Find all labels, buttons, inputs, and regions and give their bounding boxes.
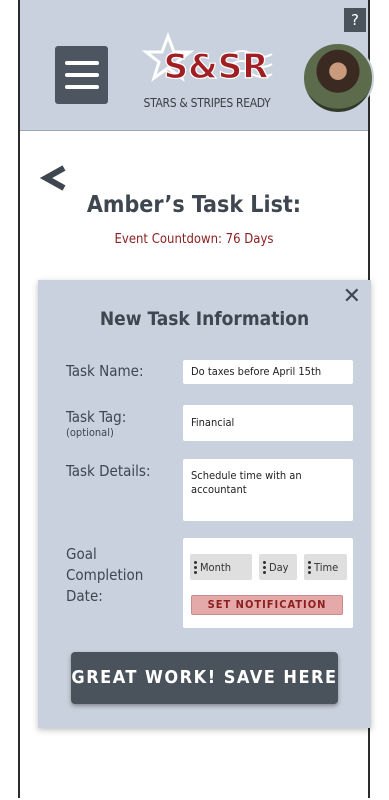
optional-hint: (optional) (66, 426, 114, 439)
drag-handle-icon (308, 560, 311, 574)
task-name-label: Task Name: (66, 362, 144, 380)
logo-wordmark: S&SR (164, 47, 269, 87)
back-arrow-icon[interactable] (38, 162, 72, 196)
close-icon[interactable]: ✕ (343, 284, 361, 309)
logo-graphic: S&SR (141, 31, 273, 88)
save-task-button[interactable]: GREAT WORK! SAVE HERE (71, 652, 338, 704)
month-select[interactable]: Month (190, 554, 252, 580)
task-details-textarea[interactable]: Schedule time with an accountant (183, 459, 353, 521)
menu-line-icon (64, 85, 99, 89)
app-header: ? S&SR STARS & STRIPES READY (20, 0, 374, 131)
logo-tagline: STARS & STRIPES READY (143, 96, 271, 110)
drag-handle-icon (194, 560, 197, 574)
user-avatar[interactable] (302, 42, 374, 114)
set-notification-button[interactable]: SET NOTIFICATION (191, 595, 343, 615)
new-task-panel: ✕ New Task Information Task Name: Do tax… (38, 280, 371, 728)
day-select-label: Day (269, 560, 289, 574)
goal-date-label: Goal Completion Date: (66, 545, 144, 605)
hamburger-menu-button[interactable] (55, 46, 108, 104)
task-tag-input[interactable]: Financial (183, 405, 353, 441)
time-select[interactable]: Time (304, 554, 347, 580)
month-select-label: Month (200, 560, 232, 574)
panel-title: New Task Information (99, 308, 310, 330)
app-logo[interactable]: S&SR STARS & STRIPES READY (132, 31, 282, 114)
time-select-label: Time (314, 560, 339, 574)
drag-handle-icon (263, 560, 266, 574)
goal-date-picker: Month Day Time SET NOTIFICATION (183, 538, 353, 628)
task-tag-label-text: Task Tag: (66, 408, 127, 426)
task-name-input[interactable]: Do taxes before April 15th (183, 360, 353, 384)
event-countdown: Event Countdown: 76 Days (114, 232, 274, 247)
task-tag-label: Task Tag: (optional) (66, 408, 126, 439)
menu-line-icon (64, 61, 99, 65)
task-details-label: Task Details: (66, 462, 151, 480)
day-select[interactable]: Day (259, 554, 297, 580)
menu-line-icon (64, 73, 99, 77)
page-title: Amber’s Task List: (86, 192, 302, 218)
help-button[interactable]: ? (344, 8, 366, 32)
app-frame: ? S&SR STARS & STRIPES READY Amber’s Tas… (18, 0, 374, 798)
